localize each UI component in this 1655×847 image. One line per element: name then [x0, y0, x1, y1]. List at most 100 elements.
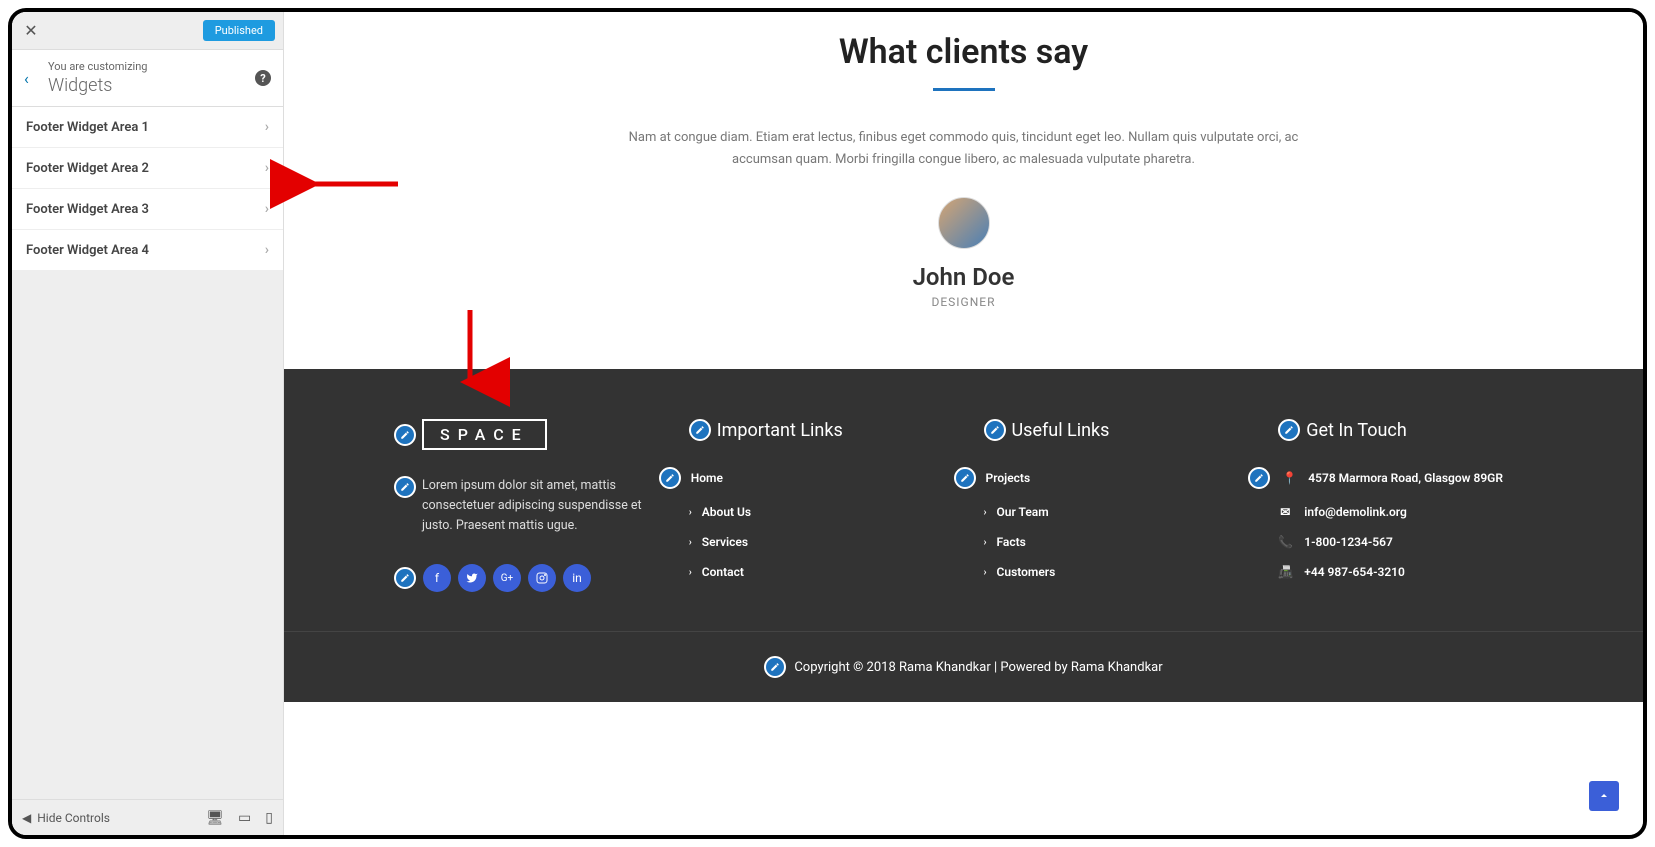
- chevron-right-icon: ›: [265, 201, 269, 217]
- device-preview-toggles: 🖥 ▭ ▯: [206, 810, 273, 826]
- widget-area-label: Footer Widget Area 3: [26, 202, 149, 217]
- mobile-preview-icon[interactable]: ▯: [265, 810, 273, 826]
- contact-text: 4578 Marmora Road, Glasgow 89GR: [1308, 471, 1503, 485]
- footer-link-label: Our Team: [997, 505, 1049, 519]
- footer-link-label: Customers: [997, 565, 1056, 579]
- contact-phone[interactable]: 📞 1-800-1234-567: [1278, 535, 1533, 549]
- chevron-right-icon: ›: [265, 119, 269, 135]
- section-heading: What clients say: [344, 32, 1583, 72]
- footer-link[interactable]: Home: [659, 467, 944, 489]
- heading-underline: [933, 88, 995, 91]
- footer-link[interactable]: › Our Team: [984, 505, 1239, 519]
- footer-col-title: Useful Links: [1012, 420, 1110, 441]
- hide-controls-button[interactable]: ◀ Hide Controls: [22, 811, 110, 825]
- testimonial-section: What clients say Nam at congue diam. Eti…: [284, 12, 1643, 369]
- edit-widget-icon[interactable]: [394, 567, 416, 589]
- footer-col-2: Important Links Home ›About Us ›Services…: [689, 419, 944, 595]
- edit-widget-icon[interactable]: [394, 476, 416, 498]
- mail-icon: ✉: [1278, 505, 1292, 519]
- footer-link-label: Contact: [702, 565, 744, 579]
- footer-link-label: Home: [691, 471, 723, 485]
- contact-text: info@demolink.org: [1304, 505, 1407, 519]
- widget-area-label: Footer Widget Area 1: [26, 120, 149, 135]
- contact-address: 📍 4578 Marmora Road, Glasgow 89GR: [1278, 467, 1533, 489]
- twitter-icon[interactable]: [458, 564, 486, 592]
- chevron-right-icon: ›: [689, 507, 692, 518]
- instagram-icon[interactable]: [528, 564, 556, 592]
- footer-link[interactable]: › About Us: [689, 505, 944, 519]
- facebook-icon[interactable]: f: [423, 564, 451, 592]
- chevron-right-icon: ›: [265, 160, 269, 176]
- edit-widget-icon[interactable]: [689, 419, 711, 441]
- footer-link-label: Projects: [986, 471, 1031, 485]
- panel-header: ‹ You are customizing Widgets ?: [12, 50, 283, 107]
- scroll-to-top-button[interactable]: [1589, 781, 1619, 811]
- contact-email[interactable]: ✉ info@demolink.org: [1278, 505, 1533, 519]
- client-avatar: [938, 197, 990, 249]
- sidebar-topbar: ✕ Published: [12, 12, 283, 50]
- edit-widget-icon[interactable]: [394, 424, 416, 446]
- widget-area-list: Footer Widget Area 1 › Footer Widget Are…: [12, 107, 283, 271]
- footer-link-label: About Us: [702, 505, 751, 519]
- widget-area-item[interactable]: Footer Widget Area 4 ›: [12, 230, 283, 271]
- close-customizer-button[interactable]: ✕: [12, 12, 50, 50]
- chevron-right-icon: ›: [984, 537, 987, 548]
- footer-link[interactable]: › Services: [689, 535, 944, 549]
- chevron-right-icon: ›: [984, 567, 987, 578]
- contact-text: +44 987-654-3210: [1304, 565, 1405, 579]
- footer-link[interactable]: Projects: [954, 467, 1239, 489]
- widget-area-item[interactable]: Footer Widget Area 2 ›: [12, 148, 283, 189]
- widget-area-item[interactable]: Footer Widget Area 3 ›: [12, 189, 283, 230]
- widget-area-label: Footer Widget Area 2: [26, 161, 149, 176]
- edit-widget-icon[interactable]: [1248, 467, 1270, 489]
- footer-col-1: SPACE Lorem ipsum dolor sit amet, mattis…: [394, 419, 649, 595]
- client-name: John Doe: [344, 263, 1583, 291]
- testimonial-text: Nam at congue diam. Etiam erat lectus, f…: [614, 127, 1314, 171]
- edit-widget-icon[interactable]: [659, 467, 681, 489]
- site-footer: SPACE Lorem ipsum dolor sit amet, mattis…: [284, 369, 1643, 631]
- customizing-label: You are customizing: [48, 60, 255, 73]
- google-plus-icon[interactable]: G+: [493, 564, 521, 592]
- footer-link[interactable]: › Customers: [984, 565, 1239, 579]
- chevron-right-icon: ›: [984, 507, 987, 518]
- sidebar-footer: ◀ Hide Controls 🖥 ▭ ▯: [12, 799, 283, 835]
- widget-area-item[interactable]: Footer Widget Area 1 ›: [12, 107, 283, 148]
- footer-description: Lorem ipsum dolor sit amet, mattis conse…: [422, 476, 649, 536]
- edit-widget-icon[interactable]: [984, 419, 1006, 441]
- footer-logo: SPACE: [422, 419, 547, 450]
- copyright-text: Copyright © 2018 Rama Khandkar | Powered…: [794, 660, 1162, 675]
- widget-area-label: Footer Widget Area 4: [26, 243, 149, 258]
- panel-title: Widgets: [48, 75, 255, 96]
- linkedin-icon[interactable]: in: [563, 564, 591, 592]
- desktop-preview-icon[interactable]: 🖥: [206, 810, 224, 826]
- chevron-right-icon: ›: [689, 537, 692, 548]
- social-row: f G+ in: [394, 564, 649, 592]
- copyright-bar: Copyright © 2018 Rama Khandkar | Powered…: [284, 631, 1643, 702]
- preview-pane: What clients say Nam at congue diam. Eti…: [284, 12, 1643, 835]
- footer-col-4: Get In Touch 📍 4578 Marmora Road, Glasgow…: [1278, 419, 1533, 595]
- footer-link[interactable]: › Contact: [689, 565, 944, 579]
- collapse-icon: ◀: [22, 811, 31, 825]
- chevron-right-icon: ›: [689, 567, 692, 578]
- footer-link[interactable]: › Facts: [984, 535, 1239, 549]
- footer-col-title: Get In Touch: [1306, 420, 1407, 441]
- help-icon[interactable]: ?: [255, 70, 271, 86]
- fax-icon: 📠: [1278, 565, 1292, 579]
- footer-col-3: Useful Links Projects › Our Team › Facts ›…: [984, 419, 1239, 595]
- edit-widget-icon[interactable]: [954, 467, 976, 489]
- hide-controls-label: Hide Controls: [37, 811, 110, 825]
- publish-button[interactable]: Published: [203, 20, 275, 41]
- customizer-sidebar: ✕ Published ‹ You are customizing Widget…: [12, 12, 284, 835]
- edit-widget-icon[interactable]: [1278, 419, 1300, 441]
- edit-widget-icon[interactable]: [764, 656, 786, 678]
- contact-fax: 📠 +44 987-654-3210: [1278, 565, 1533, 579]
- back-button[interactable]: ‹: [24, 69, 48, 88]
- map-pin-icon: 📍: [1282, 471, 1296, 485]
- client-role: DESIGNER: [344, 295, 1583, 309]
- footer-link-label: Services: [702, 535, 748, 549]
- tablet-preview-icon[interactable]: ▭: [238, 810, 251, 826]
- contact-text: 1-800-1234-567: [1304, 535, 1393, 549]
- footer-link-label: Facts: [997, 535, 1026, 549]
- phone-icon: 📞: [1278, 535, 1292, 549]
- chevron-right-icon: ›: [265, 242, 269, 258]
